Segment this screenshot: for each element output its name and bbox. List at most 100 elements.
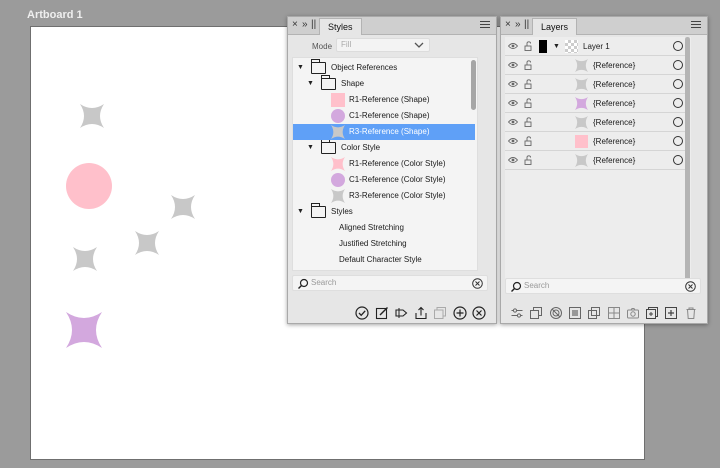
group-button[interactable] (587, 306, 601, 320)
select-circle-icon[interactable] (673, 41, 683, 51)
layer-label: {Reference} (593, 80, 636, 89)
styles-panel-header: × » || Styles (288, 17, 496, 35)
expand-triangle-icon[interactable]: ▼ (307, 140, 314, 156)
eye-icon[interactable] (508, 137, 518, 145)
eye-icon[interactable] (508, 118, 518, 126)
add-layer-button[interactable] (664, 306, 678, 320)
eye-icon[interactable] (508, 61, 518, 69)
export-button[interactable] (414, 306, 428, 320)
styles-search[interactable]: Search (292, 275, 488, 291)
trash-button[interactable] (684, 306, 698, 320)
tree-style-item[interactable]: Justified Stretching (293, 236, 475, 252)
layers-menu-icon[interactable] (691, 21, 701, 30)
unlock-icon[interactable] (524, 98, 533, 108)
tree-style-item[interactable]: R1-Reference (Shape) (293, 92, 475, 108)
add-page-button[interactable] (645, 306, 659, 320)
tree-style-item[interactable]: Default Character Style (293, 252, 475, 268)
expand-triangle-icon[interactable]: ▼ (553, 37, 560, 56)
select-circle-icon[interactable] (673, 79, 683, 89)
styles-scrollbar-thumb[interactable] (471, 60, 476, 110)
layers-button[interactable] (529, 306, 543, 320)
tree-style-item[interactable]: R1-Reference (Color Style) (293, 156, 475, 172)
eye-icon[interactable] (508, 156, 518, 164)
layers-close-button[interactable]: × (505, 19, 511, 31)
canvas-star-lilac[interactable] (66, 312, 102, 348)
unlock-icon[interactable] (524, 60, 533, 70)
layers-collapse-button[interactable]: » (515, 19, 521, 31)
add-button[interactable] (452, 306, 467, 320)
styles-menu-icon[interactable] (480, 21, 490, 30)
edit-style-button[interactable] (375, 306, 389, 320)
layer-child-row[interactable]: {Reference} (505, 94, 687, 113)
select-circle-icon[interactable] (673, 98, 683, 108)
duplicate-icon (434, 307, 446, 319)
layers-search-input[interactable]: Search (524, 281, 549, 290)
rectangle-shape-icon (331, 93, 345, 107)
mask-button[interactable] (549, 306, 563, 320)
styles-grip-handle[interactable]: || (311, 19, 316, 31)
layer-child-row[interactable]: {Reference} (505, 151, 687, 170)
remove-button[interactable] (472, 306, 486, 320)
tree-item-label: Aligned Stretching (339, 223, 404, 232)
circle-shape-icon (331, 109, 345, 123)
select-circle-icon[interactable] (673, 117, 683, 127)
camera-button[interactable] (626, 306, 640, 320)
eye-icon[interactable] (508, 99, 518, 107)
tree-folder[interactable]: ▼ Styles (293, 203, 475, 220)
layer-child-row[interactable]: {Reference} (505, 113, 687, 132)
tree-style-item[interactable]: R3-Reference (Color Style) (293, 188, 475, 204)
expand-triangle-icon[interactable]: ▼ (297, 60, 304, 76)
clear-search-icon[interactable] (685, 281, 696, 292)
duplicate-button[interactable] (433, 306, 447, 320)
tree-folder[interactable]: ▼ Shape (293, 75, 475, 92)
eye-icon[interactable] (508, 80, 518, 88)
tree-style-item[interactable]: R3-Reference (Shape) (293, 124, 475, 140)
tree-style-item[interactable]: Aligned Stretching (293, 220, 475, 236)
layer-row[interactable]: ▼ Layer 1 (505, 37, 687, 56)
unlock-icon[interactable] (524, 117, 533, 127)
layers-grip-handle[interactable]: || (524, 19, 529, 31)
tree-folder[interactable]: ▼ Object References (293, 59, 475, 76)
layer-child-row[interactable]: {Reference} (505, 75, 687, 94)
tree-folder[interactable]: ▼ Color Style (293, 139, 475, 156)
apply-button[interactable] (355, 306, 369, 320)
canvas-star-gray[interactable] (80, 104, 104, 128)
select-circle-icon[interactable] (673, 60, 683, 70)
eye-icon[interactable] (508, 42, 518, 50)
clear-search-icon[interactable] (472, 278, 483, 289)
clip-button[interactable] (568, 306, 582, 320)
unlock-icon[interactable] (524, 41, 533, 51)
layers-list: {Reference} {Reference} {Reference} {Refere… (505, 37, 691, 287)
filter-button[interactable] (510, 306, 524, 320)
styles-close-button[interactable]: × (292, 19, 298, 31)
styles-search-input[interactable]: Search (311, 278, 336, 287)
unlock-icon[interactable] (524, 155, 533, 165)
tag-button[interactable] (394, 306, 408, 320)
folder-icon (311, 59, 326, 74)
layers-search[interactable]: Search (505, 278, 701, 294)
layer-child-row[interactable]: {Reference} (505, 56, 687, 75)
layer-label: {Reference} (593, 61, 636, 70)
styles-collapse-button[interactable]: » (302, 19, 308, 31)
tree-item-label: Shape (341, 79, 365, 88)
tree-style-item[interactable]: C1-Reference (Shape) (293, 108, 475, 124)
tree-item-label: C1-Reference (Color Style) (349, 175, 446, 184)
tab-layers[interactable]: Layers (532, 18, 578, 35)
select-circle-icon[interactable] (673, 155, 683, 165)
canvas-star-gray[interactable] (73, 247, 97, 271)
transparency-button[interactable] (607, 306, 621, 320)
layer-child-row[interactable]: {Reference} (505, 132, 687, 151)
expand-triangle-icon[interactable]: ▼ (307, 76, 314, 92)
unlock-icon[interactable] (524, 79, 533, 89)
mode-select[interactable]: Fill (336, 38, 430, 52)
expand-triangle-icon[interactable]: ▼ (297, 204, 304, 220)
layers-scrollbar-thumb[interactable] (685, 37, 690, 287)
select-circle-icon[interactable] (673, 136, 683, 146)
star-shape-icon (331, 157, 345, 171)
canvas-star-gray[interactable] (171, 195, 195, 219)
canvas-circle-pink[interactable] (66, 163, 112, 209)
tree-style-item[interactable]: C1-Reference (Color Style) (293, 172, 475, 188)
tab-styles[interactable]: Styles (319, 18, 362, 35)
unlock-icon[interactable] (524, 136, 533, 146)
canvas-star-gray[interactable] (135, 231, 159, 255)
